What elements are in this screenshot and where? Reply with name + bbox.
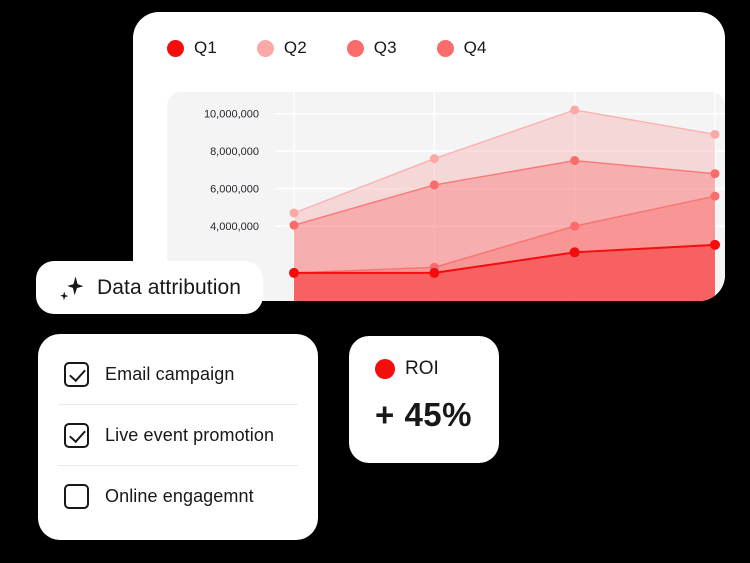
chart-legend: Q1 Q2 Q3 Q4	[167, 38, 527, 58]
y-axis-tick-labels: 4,000,000 6,000,000 8,000,000 10,000,000	[204, 109, 259, 233]
legend-label-q4: Q4	[463, 38, 487, 57]
svg-text:10,000,000: 10,000,000	[204, 109, 259, 121]
checkbox-live-event-promotion[interactable]	[64, 422, 89, 448]
roi-dot-icon	[375, 359, 395, 379]
sparkle-icon	[60, 276, 84, 300]
data-attribution-card[interactable]: Data attribution	[36, 261, 263, 314]
checkbox-email-campaign[interactable]	[64, 361, 89, 387]
campaign-checklist-card: Email campaign Live event promotion Onli…	[38, 334, 318, 540]
svg-text:4,000,000: 4,000,000	[210, 221, 259, 233]
screenshot-stage: Q1 Q2 Q3 Q4 4,000,000 6,000,000 8,000,00…	[0, 0, 750, 563]
checklist-label-online-engagement: Online engagemnt	[105, 485, 254, 506]
roi-metric-card: ROI + 45%	[349, 336, 499, 463]
checkbox-online-engagement[interactable]	[64, 483, 89, 509]
roi-label: ROI	[405, 358, 439, 379]
legend-item-q3[interactable]: Q3	[346, 38, 397, 58]
list-item[interactable]: Live event promotion	[38, 405, 318, 465]
legend-item-q2[interactable]: Q2	[256, 38, 307, 58]
roi-value: + 45%	[375, 396, 472, 433]
legend-label-q2: Q2	[283, 38, 307, 57]
legend-dot-q3-icon	[346, 39, 364, 57]
svg-text:8,000,000: 8,000,000	[210, 146, 259, 158]
legend-dot-q2-icon	[256, 39, 274, 57]
roi-header: ROI	[375, 358, 499, 380]
checklist-label-email-campaign: Email campaign	[105, 363, 235, 384]
data-attribution-label: Data attribution	[97, 275, 242, 299]
legend-item-q4[interactable]: Q4	[436, 38, 487, 58]
list-item[interactable]: Online engagemnt	[38, 466, 318, 526]
legend-dot-q1-icon	[167, 39, 184, 57]
list-item[interactable]: Email campaign	[38, 344, 318, 404]
legend-label-q1: Q1	[194, 38, 217, 57]
checklist-label-live-event-promotion: Live event promotion	[105, 424, 275, 445]
svg-text:6,000,000: 6,000,000	[210, 184, 259, 196]
analytics-chart-card: Q1 Q2 Q3 Q4 4,000,000 6,000,000 8,000,00…	[133, 12, 725, 301]
legend-item-q1[interactable]: Q1	[167, 38, 217, 58]
legend-label-q3: Q3	[373, 38, 397, 57]
legend-dot-q4-icon	[436, 39, 454, 57]
